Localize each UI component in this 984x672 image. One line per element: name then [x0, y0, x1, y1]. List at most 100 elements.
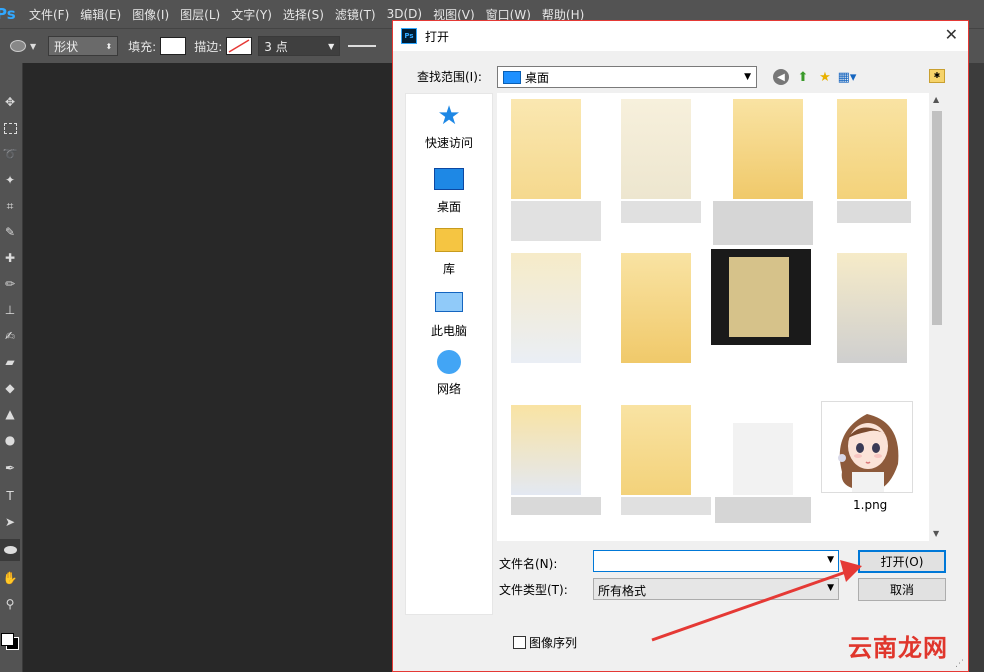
up-folder-icon[interactable]: ⬆ [795, 69, 811, 85]
desktop-small-icon [503, 70, 521, 84]
folder-thumbnail[interactable] [621, 253, 691, 363]
back-icon[interactable]: ◀ [773, 69, 789, 85]
navigation-icons: ◀ ⬆ ★ ▦▾ [773, 69, 861, 85]
scroll-down-icon[interactable]: ▼ [933, 529, 939, 538]
menu-edit[interactable]: 编辑(E) [80, 6, 121, 23]
folder-thumbnail[interactable] [837, 99, 907, 199]
dialog-titlebar: Ps 打开 ✕ [393, 21, 968, 51]
place-network[interactable]: 网络 [406, 350, 492, 397]
brush-icon[interactable]: ✏ [0, 273, 20, 295]
bucket-icon[interactable]: ◆ [0, 377, 20, 399]
eraser-icon[interactable]: ▰ [0, 351, 20, 373]
fill-swatch[interactable] [160, 37, 187, 55]
tools-panel: ✥ ➰ ✦ ⌗ ✎ ✚ ✏ ⊥ ✍ ▰ ◆ ▲ ● ✒ T ➤ ✋ ⚲ [0, 63, 23, 672]
folder-thumbnail[interactable] [733, 99, 803, 199]
view-menu-icon[interactable]: ▦▾ [838, 69, 857, 85]
filetype-select[interactable]: 所有格式 ▼ [593, 578, 839, 600]
folder-thumbnail[interactable] [837, 253, 907, 363]
eyedropper-icon[interactable]: ✎ [0, 221, 20, 243]
photoshop-icon: Ps [401, 28, 417, 44]
file-label-blurred [621, 201, 701, 223]
chevron-down-icon: ▼ [744, 72, 751, 82]
folder-thumbnail[interactable] [511, 253, 581, 363]
stroke-label: 描边: [194, 39, 223, 54]
zoom-icon[interactable]: ⚲ [0, 593, 20, 615]
marquee-icon[interactable] [0, 117, 20, 139]
star-icon: ★ [437, 101, 461, 131]
scrollbar-thumb[interactable] [932, 111, 942, 325]
path-select-icon[interactable]: ➤ [0, 511, 20, 533]
place-library[interactable]: 库 [406, 226, 492, 277]
folder-thumbnail[interactable] [621, 99, 691, 199]
png-thumbnail[interactable] [821, 401, 913, 493]
resize-grip-icon[interactable]: ⋰ [955, 659, 964, 669]
stroke-type-preview[interactable] [348, 45, 377, 47]
menu-select[interactable]: 选择(S) [283, 6, 324, 23]
look-in-label: 查找范围(I): [417, 70, 482, 84]
places-bar: ★ 快速访问 桌面 库 此电脑 网络 [405, 93, 493, 615]
crop-icon[interactable]: ⌗ [0, 195, 20, 217]
chevron-down-icon[interactable]: ▼ [30, 42, 36, 51]
ellipse-tool-icon[interactable] [10, 40, 26, 52]
menu-image[interactable]: 图像(I) [132, 6, 169, 23]
menu-type[interactable]: 文字(Y) [231, 6, 272, 23]
library-icon [435, 228, 463, 252]
filename-input[interactable]: ▼ [593, 550, 839, 572]
new-folder-icon[interactable]: ★ [817, 69, 833, 85]
place-label: 网络 [436, 382, 461, 396]
close-icon[interactable]: ✕ [945, 25, 958, 44]
folder-thumbnail[interactable] [621, 405, 691, 495]
folder-thumbnail[interactable] [511, 99, 581, 199]
look-in-combo[interactable]: 桌面 ▼ [497, 66, 757, 88]
filetype-value: 所有格式 [598, 584, 647, 598]
folder-thumbnail[interactable] [511, 405, 581, 495]
place-label: 此电脑 [430, 324, 467, 338]
ellipse-icon[interactable] [0, 539, 20, 561]
menu-layer[interactable]: 图层(L) [180, 6, 220, 23]
lasso-icon[interactable]: ➰ [0, 143, 20, 165]
file-label-blurred [511, 497, 601, 515]
menu-3d[interactable]: 3D(D) [387, 7, 422, 21]
file-list[interactable]: 1.png [497, 93, 945, 541]
foreground-color-swatch[interactable] [1, 633, 14, 646]
dodge-icon[interactable]: ● [0, 429, 20, 451]
stroke-swatch[interactable] [226, 37, 253, 55]
shape-mode-select[interactable]: 形状 ⬍ [48, 36, 119, 56]
stamp-icon[interactable]: ⊥ [0, 299, 20, 321]
photoshop-logo: Ps [0, 5, 16, 23]
image-sequence-label: 图像序列 [529, 636, 578, 650]
pen-icon[interactable]: ✒ [0, 457, 20, 479]
move-icon[interactable]: ✥ [0, 91, 20, 113]
place-quick-access[interactable]: ★ 快速访问 [406, 102, 492, 151]
filetype-label: 文件类型(T): [499, 583, 568, 597]
file-label-blurred [837, 201, 911, 223]
healing-icon[interactable]: ✚ [0, 247, 20, 269]
scroll-up-icon[interactable]: ▲ [933, 95, 939, 104]
open-button[interactable]: 打开(O) [858, 550, 946, 573]
chevron-down-icon: ▼ [827, 583, 834, 593]
network-icon [437, 350, 461, 374]
stroke-width-select[interactable]: 3 点 ▼ [258, 36, 341, 56]
magic-wand-icon[interactable]: ✦ [0, 169, 20, 191]
computer-icon [435, 292, 463, 312]
blur-icon[interactable]: ▲ [0, 403, 20, 425]
hand-icon[interactable]: ✋ [0, 567, 20, 589]
file-name-label: 1.png [853, 498, 888, 512]
look-in-value: 桌面 [525, 70, 550, 85]
file-list-scrollbar[interactable]: ▲ ▼ [929, 93, 945, 541]
history-brush-icon[interactable]: ✍ [0, 325, 20, 347]
image-sequence-option[interactable]: 图像序列 [513, 634, 577, 651]
type-icon[interactable]: T [0, 485, 20, 507]
image-sequence-checkbox[interactable] [513, 636, 526, 649]
place-this-pc[interactable]: 此电脑 [406, 288, 492, 339]
file-thumbnail-blurred[interactable] [733, 423, 793, 495]
place-desktop[interactable]: 桌面 [406, 164, 492, 215]
menu-file[interactable]: 文件(F) [29, 6, 69, 23]
image-thumbnail-blurred [729, 257, 789, 337]
cancel-button[interactable]: 取消 [858, 578, 946, 601]
no-stroke-icon [228, 39, 250, 53]
favorite-folder-icon[interactable]: ✱ [929, 69, 945, 83]
chevron-down-icon[interactable]: ▼ [827, 555, 834, 565]
menu-filter[interactable]: 滤镜(T) [335, 6, 376, 23]
portrait-image [822, 402, 912, 492]
